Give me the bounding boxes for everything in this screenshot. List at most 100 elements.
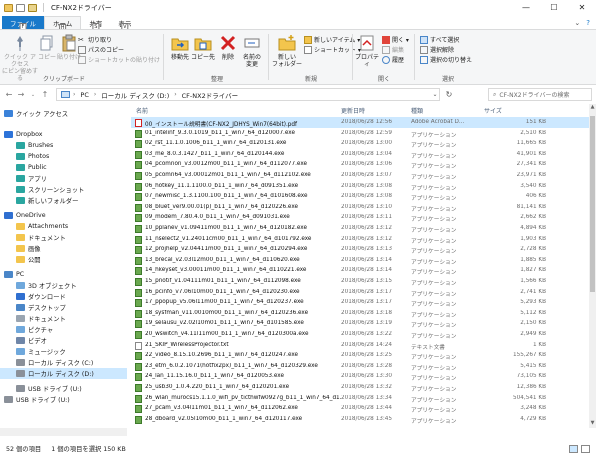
details-view-icon[interactable] bbox=[569, 444, 578, 453]
forward-arrow-icon[interactable]: → bbox=[15, 90, 27, 99]
column-header-date[interactable]: 更新日時 bbox=[341, 106, 365, 115]
file-row[interactable]: 17_ppopup_v5.06l11m00_b11_1_win7_64_d120… bbox=[131, 297, 589, 308]
file-row[interactable]: 21_SKIP_WirelessProjector.txt 2018/06/28 … bbox=[131, 340, 589, 351]
tab-view[interactable]: 表示 V bbox=[110, 16, 139, 31]
copy-button[interactable]: コピー bbox=[38, 34, 56, 61]
sidebar-item[interactable]: ローカル ディスク (D:) bbox=[0, 368, 127, 379]
file-row[interactable]: 08_bluet_ver9.00.01(p)_b11_1_win7_64_d12… bbox=[131, 202, 589, 213]
breadcrumb-folder[interactable]: CF-NX2ドライバー bbox=[180, 90, 240, 100]
file-row[interactable]: 12_projhelp_v2.04411m00_b11_1_win7_64_d1… bbox=[131, 244, 589, 255]
expand-ribbon-icon[interactable]: ⌄ bbox=[574, 19, 580, 27]
sidebar-item[interactable]: Brushes bbox=[0, 140, 127, 151]
sidebar-item[interactable]: Attachments bbox=[0, 221, 127, 232]
file-row[interactable]: 07_newmisc_1.3.1100.100_b11_1_win7_64_d1… bbox=[131, 191, 589, 202]
file-row[interactable]: 11_nselect2_v1.24011cm00_b11_1_win7_64_d… bbox=[131, 234, 589, 245]
scrollbar-thumb[interactable] bbox=[590, 116, 595, 292]
file-row[interactable]: 24_lan_11.15.16.0_b11_1_win7_64_d120053.… bbox=[131, 371, 589, 382]
tab-file[interactable]: ファイル F bbox=[2, 16, 44, 31]
minimize-button[interactable]: — bbox=[512, 0, 540, 15]
sidebar-item[interactable]: USB ドライブ (U:) bbox=[0, 383, 127, 394]
file-row[interactable]: 26_wlan_murocs15.1.1.0_wifi_pv_ticthwfw0… bbox=[131, 393, 589, 404]
sidebar-item[interactable]: 3D オブジェクト bbox=[0, 280, 127, 291]
scroll-up-icon[interactable]: ▲ bbox=[589, 104, 596, 112]
recent-locations-icon[interactable]: ⌄ bbox=[27, 92, 39, 98]
cut-button[interactable]: ✂ 切り取り bbox=[78, 35, 112, 45]
new-folder-icon[interactable] bbox=[28, 3, 37, 12]
select-all-button[interactable]: すべて選択 bbox=[420, 35, 459, 44]
sidebar-item[interactable]: ドキュメント bbox=[0, 313, 127, 324]
column-header-size[interactable]: サイズ bbox=[484, 106, 502, 115]
sidebar-item[interactable]: PC bbox=[0, 269, 127, 280]
open-button[interactable]: 開く ▾ bbox=[382, 35, 409, 44]
properties-icon[interactable] bbox=[16, 3, 25, 12]
sidebar-item[interactable]: ピクチャ bbox=[0, 324, 127, 335]
breadcrumb-pc[interactable]: PC bbox=[78, 91, 90, 99]
sidebar-item[interactable]: 新しいフォルダー bbox=[0, 195, 127, 206]
sidebar-item[interactable]: 画像 bbox=[0, 243, 127, 254]
sidebar-item[interactable]: ビデオ bbox=[0, 335, 127, 346]
file-row[interactable]: 23_etm_6.0.2.1071(hotfix2px)_b11_1_win7_… bbox=[131, 361, 589, 372]
help-icon[interactable]: ? bbox=[586, 19, 590, 27]
paste-shortcut-button[interactable]: ショートカットの貼り付け bbox=[78, 55, 160, 64]
file-row[interactable]: 01_intelinf_9.3.0.1019_b11_1_win7_64_d12… bbox=[131, 128, 589, 139]
sidebar-item[interactable]: クイック アクセス bbox=[0, 108, 127, 119]
vertical-scrollbar[interactable]: ▲ ▼ bbox=[589, 104, 596, 428]
file-row[interactable]: 15_pnotif_v1.04111m01_b11_1_win7_64_d112… bbox=[131, 276, 589, 287]
tab-home[interactable]: ホーム H bbox=[44, 16, 82, 32]
sidebar-item[interactable]: OneDrive bbox=[0, 210, 127, 221]
file-row[interactable]: 28_dboard_v2.05l10m00_b11_1_win7_64_d120… bbox=[131, 414, 589, 425]
sidebar-item[interactable]: ローカル ディスク (C:) bbox=[0, 357, 127, 368]
horizontal-scrollbar[interactable] bbox=[0, 428, 127, 436]
search-box[interactable]: ⌕ CF-NX2ドライバーの検索 bbox=[488, 88, 592, 101]
file-row[interactable]: 13_brecal_v2.03l12m00_b11_1_win7_64_d110… bbox=[131, 255, 589, 266]
sidebar-item[interactable]: スクリーンショット bbox=[0, 184, 127, 195]
column-header-type[interactable]: 種類 bbox=[411, 106, 423, 115]
column-header-name[interactable]: 名前 bbox=[136, 106, 148, 115]
invert-selection-button[interactable]: 選択の切り替え bbox=[420, 55, 472, 64]
file-row[interactable]: 22_video_8.15.10.2696_b11_1_win7_64_d120… bbox=[131, 350, 589, 361]
breadcrumb-drive[interactable]: ローカル ディスク (D:) bbox=[99, 90, 171, 100]
sidebar-item[interactable]: ミュージック bbox=[0, 346, 127, 357]
sidebar-item[interactable]: USB ドライブ (U:) bbox=[0, 394, 127, 405]
back-arrow-icon[interactable]: ← bbox=[3, 90, 15, 99]
file-row[interactable]: 14_hkeyset_v3.00011m00_b11_1_win7_64_d11… bbox=[131, 265, 589, 276]
tab-share[interactable]: 共有 S bbox=[81, 16, 110, 31]
refresh-icon[interactable]: ↻ bbox=[442, 88, 456, 101]
file-row[interactable]: 00_インストール説明書(CF-NX2_JDHYS_Win7(64bit).pd… bbox=[131, 117, 589, 128]
file-row[interactable]: 19_selausu_v2.02l10m01_b11_1_win7_64_d10… bbox=[131, 318, 589, 329]
file-row[interactable]: 18_sysfman_v11.0010m00_b11_1_win7_64_d12… bbox=[131, 308, 589, 319]
select-none-button[interactable]: 選択解除 bbox=[420, 45, 454, 54]
copy-path-button[interactable]: パスのコピー bbox=[78, 45, 124, 54]
delete-button[interactable]: 削除 bbox=[219, 34, 237, 61]
sidebar-item[interactable]: ドキュメント bbox=[0, 232, 127, 243]
file-row[interactable]: 20_wswitch_v4.11l11m00_b11_1_win7_64_d12… bbox=[131, 329, 589, 340]
file-row[interactable]: 09_modem_7.80.4.0_b11_1_win7_64_d091031.… bbox=[131, 212, 589, 223]
file-row[interactable]: 16_pcinfo_v7.06l10m00_b11_1_win7_64_d120… bbox=[131, 287, 589, 298]
sidebar-item[interactable]: デスクトップ bbox=[0, 302, 127, 313]
history-button[interactable]: 履歴 bbox=[382, 55, 404, 64]
new-folder-button[interactable]: 新しい フォルダー bbox=[272, 34, 302, 68]
address-bar[interactable]: › PC › ローカル ディスク (D:) › CF-NX2ドライバー bbox=[56, 88, 440, 101]
sidebar-item[interactable]: Dropbox bbox=[0, 129, 127, 140]
sidebar-item[interactable]: ダウンロード bbox=[0, 291, 127, 302]
file-row[interactable]: 10_pplanev_v1.09411m00_b11_1_win7_64_d12… bbox=[131, 223, 589, 234]
move-to-button[interactable]: 移動先 bbox=[169, 34, 191, 61]
edit-button[interactable]: 編集 bbox=[382, 45, 404, 54]
copy-to-button[interactable]: コピー先 bbox=[191, 34, 215, 61]
maximize-button[interactable]: ☐ bbox=[540, 0, 568, 15]
sidebar-item[interactable]: アプリ bbox=[0, 173, 127, 184]
close-button[interactable]: ✕ bbox=[568, 0, 596, 15]
file-row[interactable]: 06_hotkey_11.1.1100.0_b11_1_win7_64_d091… bbox=[131, 181, 589, 192]
up-arrow-icon[interactable]: ↑ bbox=[39, 90, 51, 99]
sidebar-item[interactable]: Public bbox=[0, 162, 127, 173]
file-row[interactable]: 05_pcomn64_v3.00012m01_b11_1_win7_64_d11… bbox=[131, 170, 589, 181]
file-row[interactable]: 27_pcam_v3.04l11m01_b11_1_win7_64_d11206… bbox=[131, 403, 589, 414]
address-dropdown-icon[interactable]: ⌄ bbox=[430, 88, 440, 101]
file-row[interactable]: 03_me_8.0.3.1427_b11_1_win7_64_d120144.e… bbox=[131, 149, 589, 160]
sidebar-item[interactable]: 公開 bbox=[0, 254, 127, 265]
file-row[interactable]: 02_rst_11.1.0.1006_b11_1_win7_64_d120131… bbox=[131, 138, 589, 149]
scroll-down-icon[interactable]: ▼ bbox=[589, 420, 596, 428]
file-row[interactable]: 04_pcomnon_v3.0012m00_b11_1_win7_64_d112… bbox=[131, 159, 589, 170]
file-row[interactable]: 25_usb30_1.0.4.220_b11_1_win7_64_d120201… bbox=[131, 382, 589, 393]
properties-button[interactable]: プロパティ bbox=[354, 34, 380, 68]
